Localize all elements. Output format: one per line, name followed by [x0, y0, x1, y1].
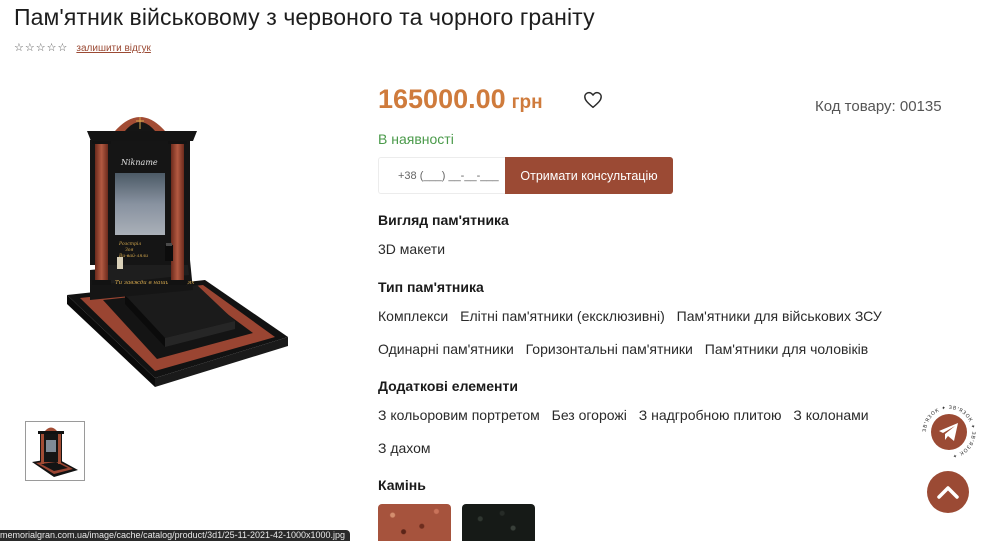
star-rating[interactable]: ☆ ☆ ☆ ☆ ☆ [14, 43, 67, 54]
plaque-name: Nikname [120, 158, 158, 167]
get-consultation-button[interactable]: Отримати консультацію [505, 157, 673, 194]
stone-section-title: Камінь [378, 477, 426, 493]
tag-military-monuments[interactable]: Пам'ятники для військових ЗСУ [677, 308, 882, 324]
chevron-up-icon [937, 486, 959, 499]
star-icon[interactable]: ☆ [14, 43, 24, 54]
rating-row: ☆ ☆ ☆ ☆ ☆ залишити відгук [14, 43, 151, 55]
type-section-title: Тип пам'ятника [378, 279, 484, 295]
price-value: 165000.00 [378, 84, 506, 114]
stone-swatch-red-granite[interactable] [378, 504, 451, 541]
plaque-line-1: Розстріл [118, 241, 141, 247]
view-section-title: Вигляд пам'ятника [378, 212, 509, 228]
star-icon[interactable]: ☆ [47, 43, 57, 54]
tag-color-portrait[interactable]: З кольоровим портретом [378, 407, 540, 423]
extras-section-title: Додаткові елементи [378, 378, 518, 394]
tag-3d-models[interactable]: 3D макети [378, 241, 445, 257]
leave-review-link[interactable]: залишити відгук [76, 43, 151, 54]
tag-horizontal-monuments[interactable]: Горизонтальні пам'ятники [526, 341, 693, 357]
tag-no-fence[interactable]: Без огорожі [552, 407, 627, 423]
tag-single-monuments[interactable]: Одинарні пам'ятники [378, 341, 514, 357]
thumbnail-image [32, 427, 78, 477]
tag-elite-monuments[interactable]: Елітні пам'ятники (ексклюзивні) [460, 308, 665, 324]
view-tags: 3D макети [378, 241, 453, 257]
product-price: 165000.00 грн [378, 84, 543, 115]
telegram-contact-widget[interactable]: ЗВ'ЯЗОК ✦ ЗВ'ЯЗОК ✦ ЗВ'ЯЗОК ✦ [922, 405, 976, 459]
stock-status: В наявності [378, 131, 454, 147]
status-bar-url: memorialgran.com.ua/image/cache/catalog/… [0, 530, 350, 541]
price-currency: грн [511, 92, 543, 113]
star-icon[interactable]: ☆ [36, 43, 46, 54]
star-icon[interactable]: ☆ [25, 43, 35, 54]
type-tags-row-1: Комплекси Елітні пам'ятники (ексклюзивні… [378, 308, 890, 324]
tag-mens-monuments[interactable]: Пам'ятники для чоловіків [705, 341, 868, 357]
star-icon[interactable]: ☆ [58, 43, 68, 54]
extras-tags-row-1: З кольоровим портретом Без огорожі З над… [378, 407, 877, 423]
tag-roof[interactable]: З дахом [378, 440, 431, 456]
extras-tags-row-2: З дахом [378, 440, 439, 456]
wishlist-heart-icon[interactable] [583, 91, 603, 109]
stone-swatch-black-granite[interactable] [462, 504, 535, 541]
tag-tombstone-slab[interactable]: З надгробною плитою [639, 407, 782, 423]
tag-columns[interactable]: З колонами [793, 407, 868, 423]
type-tags-row-2: Одинарні пам'ятники Горизонтальні пам'ят… [378, 341, 876, 357]
phone-input[interactable] [378, 157, 505, 194]
product-title: Пам'ятник військовому з червоного та чор… [14, 4, 595, 30]
tag-complexes[interactable]: Комплекси [378, 308, 448, 324]
product-thumbnail[interactable] [25, 421, 85, 481]
scroll-to-top-button[interactable] [927, 471, 969, 513]
consultation-form: Отримати консультацію [378, 157, 673, 194]
plaque-line-2: Зоя [125, 247, 134, 253]
product-sku: Код товару: 00135 [815, 98, 942, 115]
product-main-image[interactable]: Ти завжди в наших серцях Nikname Розстрі… [55, 95, 305, 395]
